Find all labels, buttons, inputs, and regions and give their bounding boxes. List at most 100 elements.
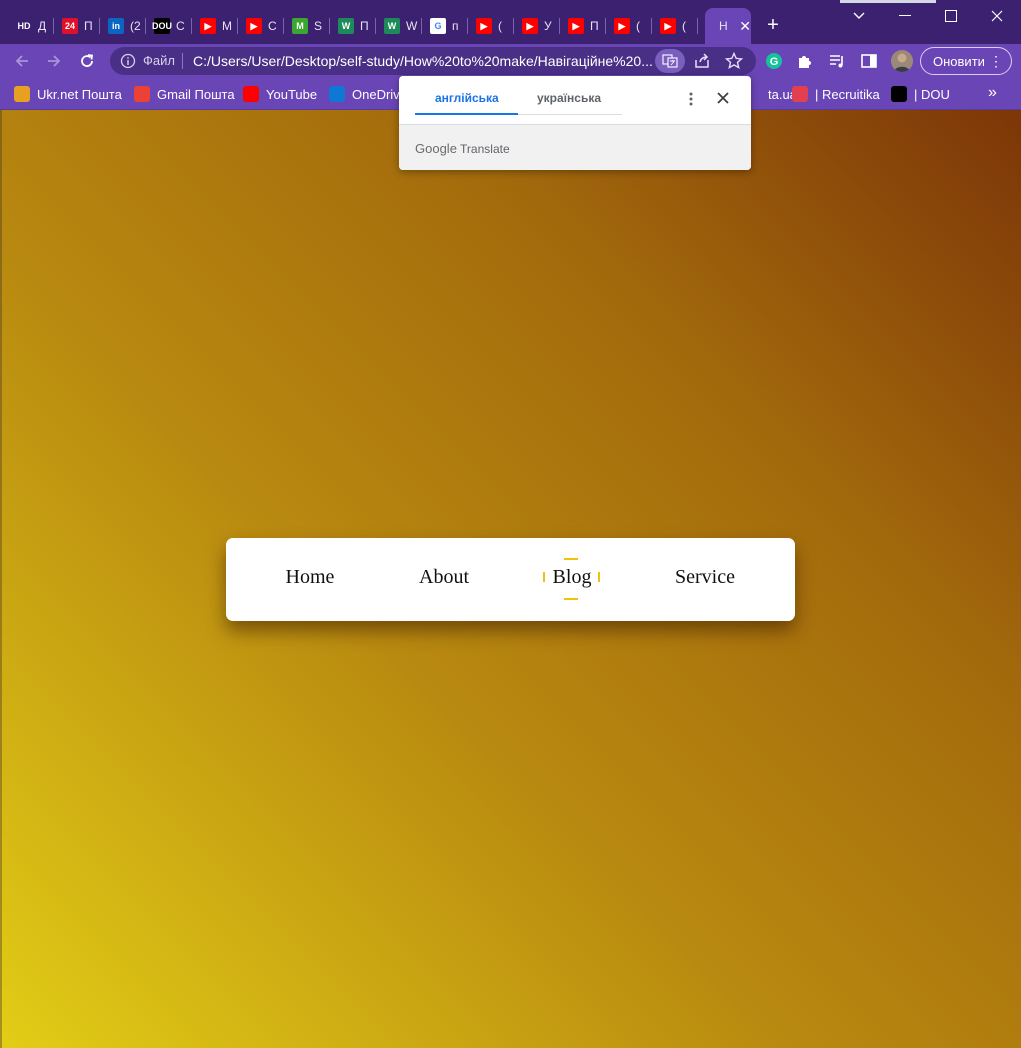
address-bar[interactable]: Файл C:/Users/User/Desktop/self-study/Ho… xyxy=(110,47,756,75)
tab[interactable]: ▶ M xyxy=(192,10,238,42)
tab-active[interactable]: Н ✕ xyxy=(705,8,751,44)
tab-title: S xyxy=(314,19,323,33)
avatar[interactable] xyxy=(891,50,913,72)
divider xyxy=(182,53,183,69)
close-icon[interactable] xyxy=(713,88,733,108)
youtube-icon: ▶ xyxy=(522,18,538,34)
tab-strip: HD Д 24 Пin (2 DOU C ▶ M ▶ C M S W П W W Gп ▶(▶ У ▶ П ▶(▶( Н ✕… xyxy=(0,0,1021,44)
tab-divider xyxy=(518,114,622,115)
bookmark[interactable]: | Recruitika xyxy=(792,84,880,104)
dou-icon xyxy=(891,86,907,102)
youtube-icon: ▶ xyxy=(614,18,630,34)
tab[interactable]: 24 П xyxy=(54,10,100,42)
bookmark-label: Gmail Пошта xyxy=(157,86,235,102)
menu-icon[interactable]: ⋮ xyxy=(989,53,1003,69)
tab[interactable]: Gп xyxy=(422,10,468,42)
page-edge xyxy=(0,110,2,1048)
new-tab-button[interactable]: + xyxy=(762,14,784,36)
tab-title: У xyxy=(544,19,552,33)
google-icon: G xyxy=(430,18,446,34)
tab-title: M xyxy=(222,19,232,33)
translate-popup: англійська українська Google Translate xyxy=(399,76,751,170)
toolbar: Файл C:/Users/User/Desktop/self-study/Ho… xyxy=(0,44,1021,78)
bookmark[interactable]: Ukr.net Пошта xyxy=(14,84,122,104)
tab-title: п xyxy=(452,19,459,33)
tab[interactable]: WW xyxy=(376,10,422,42)
reading-list-icon[interactable] xyxy=(825,49,849,73)
tab[interactable]: in (2 xyxy=(100,10,146,42)
hd-icon: HD xyxy=(16,18,32,34)
nav-item-blog[interactable]: Blog xyxy=(551,566,593,592)
translate-tabs: англійська українська xyxy=(399,76,751,124)
linkedin-icon: in xyxy=(108,18,124,34)
tab[interactable]: ▶ П xyxy=(560,10,606,42)
tab-title: Н xyxy=(719,19,728,33)
side-panel-icon[interactable] xyxy=(857,49,881,73)
youtube-icon: ▶ xyxy=(200,18,216,34)
dou-icon: DOU xyxy=(152,18,172,34)
maximize-button[interactable] xyxy=(928,4,974,28)
bookmark[interactable]: | DOU xyxy=(891,84,950,104)
tab[interactable]: DOU C xyxy=(146,10,192,42)
update-label: Оновити xyxy=(933,53,985,69)
gmail-icon xyxy=(134,86,150,102)
translate-footer: Google Translate xyxy=(399,124,751,170)
tab-search-icon[interactable] xyxy=(836,4,882,28)
tab[interactable]: MS xyxy=(284,10,330,42)
active-tab-underline xyxy=(415,113,518,115)
bookmark[interactable]: OneDrive xyxy=(329,84,407,104)
back-button[interactable] xyxy=(10,49,34,73)
nav-item-about[interactable]: About xyxy=(416,566,472,592)
tab[interactable]: ▶( xyxy=(606,10,652,42)
more-bookmarks-icon[interactable]: » xyxy=(988,84,997,102)
close-window-button[interactable] xyxy=(974,4,1020,28)
tab-target-language[interactable]: українська xyxy=(537,91,601,105)
tab-title: C xyxy=(268,19,277,33)
google-translate-logo: Google Translate xyxy=(415,141,510,156)
tab[interactable]: ▶ У xyxy=(514,10,560,42)
update-button[interactable]: Оновити ⋮ xyxy=(920,47,1012,75)
close-tab-icon[interactable]: ✕ xyxy=(739,18,751,35)
tab-title: П xyxy=(360,19,369,33)
24-icon: 24 xyxy=(62,18,78,34)
bookmark[interactable]: ta.ua xyxy=(745,84,797,104)
url-text[interactable]: C:/Users/User/Desktop/self-study/How%20t… xyxy=(193,53,653,69)
tab-title: ( xyxy=(682,19,686,33)
bookmark[interactable]: Gmail Пошта xyxy=(134,84,235,104)
share-icon[interactable] xyxy=(692,51,712,71)
minimize-button[interactable] xyxy=(882,4,928,28)
w-icon: W xyxy=(384,18,400,34)
more-options-icon[interactable] xyxy=(683,90,699,108)
file-label: Файл xyxy=(143,53,175,68)
reload-button[interactable] xyxy=(75,49,99,73)
star-icon[interactable] xyxy=(724,51,744,71)
tab[interactable]: WП xyxy=(330,10,376,42)
translate-icon[interactable] xyxy=(655,49,685,73)
page-background: Home About Blog Service xyxy=(0,110,1021,1048)
navigation-bar: Home About Blog Service xyxy=(226,538,795,621)
youtube-icon: ▶ xyxy=(246,18,262,34)
youtube-icon xyxy=(243,86,259,102)
recruitika-icon xyxy=(792,86,808,102)
nav-item-home[interactable]: Home xyxy=(281,566,339,592)
tab-title: C xyxy=(176,19,185,33)
youtube-icon: ▶ xyxy=(660,18,676,34)
extensions-icon[interactable] xyxy=(793,49,817,73)
tab-separator xyxy=(697,18,698,34)
forward-button[interactable] xyxy=(42,49,66,73)
tab-title: П xyxy=(84,19,93,33)
tab-title: (2 xyxy=(130,19,141,33)
tab[interactable]: ▶( xyxy=(468,10,514,42)
nav-item-service[interactable]: Service xyxy=(673,566,737,592)
bookmark[interactable]: YouTube xyxy=(243,84,317,104)
tab-title: W xyxy=(406,19,418,33)
m-icon: M xyxy=(292,18,308,34)
tab[interactable]: ▶ C xyxy=(238,10,284,42)
grammarly-icon[interactable]: G xyxy=(762,49,786,73)
tab-title: Д xyxy=(38,19,47,33)
hover-highlight-bottom xyxy=(564,598,578,600)
tab-source-language[interactable]: англійська xyxy=(435,91,499,105)
tab[interactable]: ▶( xyxy=(652,10,698,42)
tab[interactable]: HD Д xyxy=(8,10,54,42)
info-icon[interactable] xyxy=(120,53,136,69)
